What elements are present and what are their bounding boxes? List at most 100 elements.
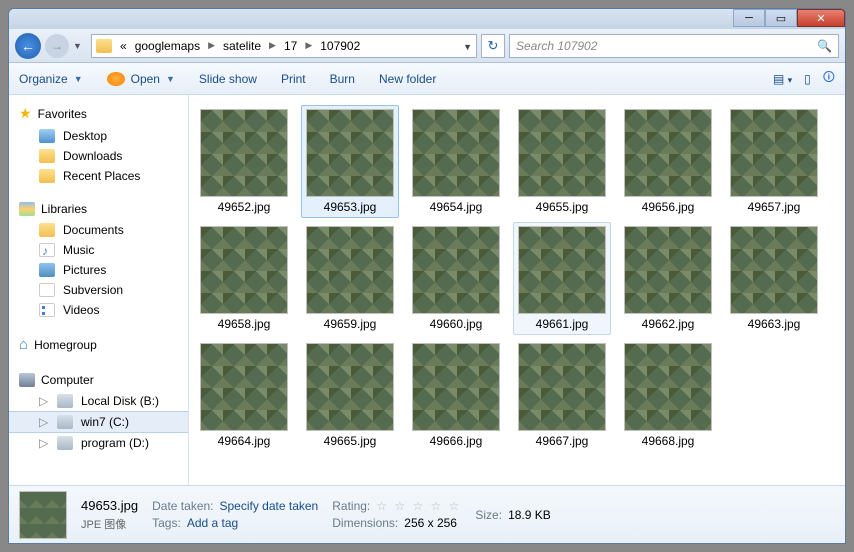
organize-label: Organize (19, 72, 68, 86)
computer-group[interactable]: Computer (9, 369, 188, 391)
new-folder-button[interactable]: New folder (379, 72, 436, 86)
size-value: 18.9 KB (508, 508, 551, 522)
file-thumbnail[interactable]: 49668.jpg (619, 339, 717, 452)
address-dropdown[interactable]: ▼ (463, 39, 472, 53)
sidebar-item-recent[interactable]: Recent Places (9, 166, 188, 186)
chevron-right-icon[interactable]: ▶ (208, 40, 215, 51)
sidebar-item-drive-b[interactable]: ▷Local Disk (B:) (9, 391, 188, 411)
dimensions-label: Dimensions: (332, 516, 398, 530)
pictures-icon (39, 263, 55, 277)
sidebar-item-drive-d[interactable]: ▷program (D:) (9, 433, 188, 453)
date-taken-value[interactable]: Specify date taken (220, 499, 319, 513)
history-dropdown[interactable]: ▼ (73, 35, 87, 57)
details-thumbnail (19, 491, 67, 539)
file-list[interactable]: 49652.jpg49653.jpg49654.jpg49655.jpg 4965… (189, 95, 845, 485)
sidebar-item-downloads[interactable]: Downloads (9, 146, 188, 166)
thumbnail-image (412, 109, 500, 197)
search-placeholder: Search 107902 (516, 39, 597, 53)
command-bar: Organize ▼ Open ▼ Slide show Print Burn … (9, 63, 845, 95)
forward-button[interactable]: → (45, 34, 69, 58)
breadcrumb-prefix[interactable]: « (120, 39, 127, 53)
desktop-icon (39, 129, 55, 143)
thumbnail-image (200, 226, 288, 314)
file-thumbnail[interactable]: 49660.jpg (407, 222, 505, 335)
file-thumbnail[interactable]: 49656.jpg (619, 105, 717, 218)
recent-icon (39, 169, 55, 183)
breadcrumb-item[interactable]: satelite (223, 39, 261, 53)
file-thumbnail[interactable]: 49662.jpg (619, 222, 717, 335)
subversion-icon (39, 283, 55, 297)
file-thumbnail[interactable]: 49663.jpg (725, 222, 823, 335)
file-thumbnail[interactable]: 49666.jpg (407, 339, 505, 452)
thumbnail-image (518, 226, 606, 314)
date-taken-label: Date taken: (152, 499, 213, 513)
address-bar[interactable]: « googlemaps ▶ satelite ▶ 17 ▶ 107902 ▼ (91, 34, 477, 58)
chevron-right-icon[interactable]: ▶ (305, 40, 312, 51)
search-icon[interactable]: 🔍 (817, 39, 832, 53)
sidebar-item-subversion[interactable]: Subversion (9, 280, 188, 300)
burn-button[interactable]: Burn (330, 72, 355, 86)
help-button[interactable]: 🛈 (823, 68, 835, 89)
thumbnail-image (200, 109, 288, 197)
thumbnail-label: 49659.jpg (324, 317, 377, 331)
organize-menu[interactable]: Organize ▼ (19, 72, 83, 86)
chevron-right-icon[interactable]: ▶ (269, 40, 276, 51)
sidebar-item-drive-c[interactable]: ▷win7 (C:) (9, 411, 188, 433)
sidebar-item-desktop[interactable]: Desktop (9, 126, 188, 146)
tags-value[interactable]: Add a tag (187, 516, 238, 530)
rating-stars[interactable]: ☆ ☆ ☆ ☆ ☆ (376, 499, 461, 513)
thumbnail-label: 49668.jpg (642, 434, 695, 448)
file-thumbnail[interactable]: 49661.jpg (513, 222, 611, 335)
breadcrumb-item[interactable]: 107902 (320, 39, 360, 53)
preview-pane-button[interactable]: ▯ (804, 72, 811, 86)
file-thumbnail[interactable]: 49659.jpg (301, 222, 399, 335)
file-thumbnail[interactable]: 49657.jpg (725, 105, 823, 218)
maximize-button[interactable]: ▭ (765, 9, 797, 27)
file-thumbnail[interactable]: 49665.jpg (301, 339, 399, 452)
sidebar-item-music[interactable]: Music (9, 240, 188, 260)
thumbnail-label: 49656.jpg (642, 200, 695, 214)
sidebar-item-videos[interactable]: Videos (9, 300, 188, 320)
refresh-button[interactable]: ↻ (481, 34, 505, 58)
homegroup-group[interactable]: ⌂Homegroup (9, 332, 188, 357)
sidebar-item-pictures[interactable]: Pictures (9, 260, 188, 280)
thumbnail-label: 49667.jpg (536, 434, 589, 448)
file-thumbnail[interactable]: 49667.jpg (513, 339, 611, 452)
thumbnail-image (306, 226, 394, 314)
breadcrumb-item[interactable]: 17 (284, 39, 297, 53)
thumbnail-image (306, 343, 394, 431)
file-thumbnail[interactable]: 49658.jpg (195, 222, 293, 335)
homegroup-icon: ⌂ (19, 336, 28, 353)
drive-icon (57, 415, 73, 429)
sidebar-item-documents[interactable]: Documents (9, 220, 188, 240)
libraries-group[interactable]: Libraries (9, 198, 188, 220)
size-label: Size: (475, 508, 502, 522)
slideshow-button[interactable]: Slide show (199, 72, 257, 86)
file-thumbnail[interactable]: 49664.jpg (195, 339, 293, 452)
expand-icon[interactable]: ▷ (39, 436, 49, 450)
file-thumbnail[interactable]: 49655.jpg (513, 105, 611, 218)
print-button[interactable]: Print (281, 72, 306, 86)
expand-icon[interactable]: ▷ (39, 394, 49, 408)
minimize-button[interactable]: ─ (733, 9, 765, 27)
thumbnail-image (412, 226, 500, 314)
favorites-group[interactable]: ★Favorites (9, 101, 188, 126)
file-thumbnail[interactable]: 49652.jpg (195, 105, 293, 218)
file-thumbnail[interactable]: 49654.jpg (407, 105, 505, 218)
titlebar[interactable]: ─ ▭ ✕ (9, 9, 845, 29)
thumbnail-label: 49664.jpg (218, 434, 271, 448)
thumbnail-image (730, 226, 818, 314)
breadcrumb-item[interactable]: googlemaps (135, 39, 200, 53)
open-menu[interactable]: Open ▼ (107, 72, 175, 86)
back-button[interactable]: ← (15, 33, 41, 59)
navigation-pane: ★Favorites Desktop Downloads Recent Plac… (9, 95, 189, 485)
expand-icon[interactable]: ▷ (39, 415, 49, 429)
rating-label: Rating: (332, 499, 370, 513)
search-input[interactable]: Search 107902 🔍 (509, 34, 839, 58)
file-thumbnail[interactable]: 49653.jpg (301, 105, 399, 218)
documents-icon (39, 223, 55, 237)
close-button[interactable]: ✕ (797, 9, 845, 27)
open-icon (107, 72, 125, 86)
view-options-button[interactable]: ▤ ▾ (773, 72, 792, 86)
thumbnail-image (624, 343, 712, 431)
